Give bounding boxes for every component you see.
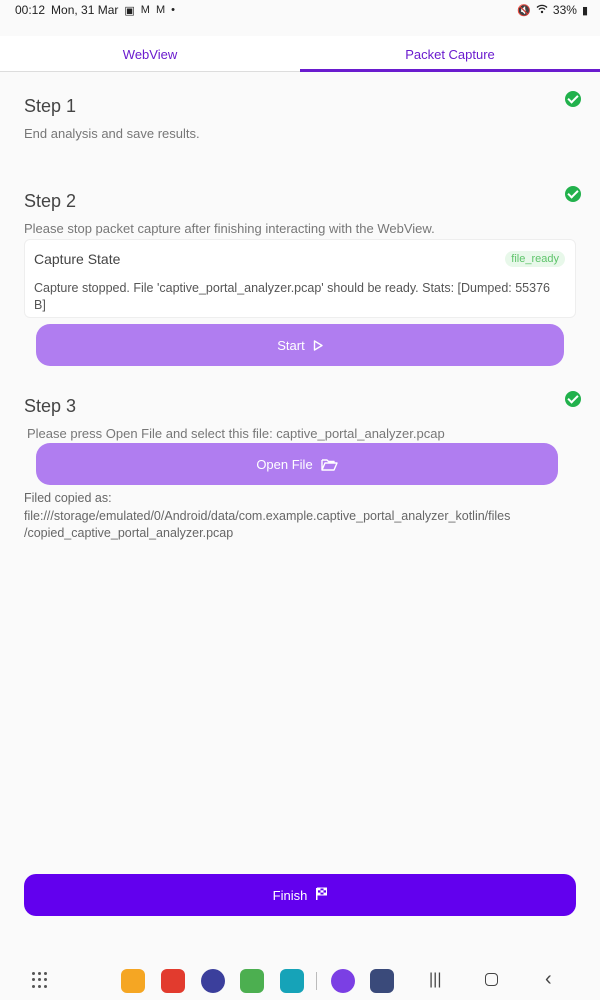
capture-state-text: Capture stopped. File 'captive_portal_an… [34,281,550,312]
step-1: Step 1 End analysis and save results. [24,96,584,141]
search-app-icon[interactable] [331,969,355,993]
check-circle-icon [565,186,581,202]
calendar-app-icon[interactable] [280,969,304,993]
copied-path-line-2: /copied_captive_portal_analyzer.pcap [24,526,234,540]
notes-app-icon[interactable] [161,969,185,993]
open-file-button-label: Open File [256,456,313,472]
check-circle-icon [565,391,581,407]
battery-icon: ▮ [581,4,588,17]
settings-app-icon[interactable] [370,969,394,993]
step-2: Step 2 Please stop packet capture after … [24,191,584,236]
calculator-app-icon[interactable] [240,969,264,993]
dock-divider [316,972,317,990]
status-time: 00:12 [15,3,46,17]
gmail-notification-icon: M [155,4,166,16]
home-icon[interactable] [485,973,498,986]
tab-webview[interactable]: WebView [0,36,300,71]
wifi-icon [536,4,548,17]
battery-level: 33% [552,3,577,17]
navigation-bar: ||| ‹ [0,962,600,1000]
copied-path-line-1: file:///storage/emulated/0/Android/data/… [24,508,511,523]
gmail-notification-icon: M [140,4,150,16]
browser-app-icon[interactable] [201,969,225,993]
mute-icon: 🔇 [517,4,531,17]
check-circle-icon [565,91,581,107]
start-button-label: Start [277,337,305,353]
status-badge: file_ready [505,251,565,267]
step-3-description: Please press Open File and select this f… [27,426,445,441]
copied-file-info: Filed copied as: file:///storage/emulate… [24,490,580,543]
status-date: Mon, 31 Mar [51,3,119,17]
step-1-description: End analysis and save results. [24,126,200,141]
app-drawer-icon[interactable] [32,972,48,988]
capture-state-card: Capture State file_ready Capture stopped… [24,239,576,318]
capture-state-title: Capture State [34,251,121,267]
step-2-description: Please stop packet capture after finishi… [24,221,435,236]
checkered-flag-icon [315,887,328,904]
step-1-title: Step 1 [24,96,77,116]
step-2-title: Step 2 [24,191,77,211]
finish-button-label: Finish [272,887,308,903]
folder-open-icon [320,458,338,471]
start-button[interactable]: Start [36,324,564,366]
step-3-title: Step 3 [24,396,77,416]
open-file-button[interactable]: Open File [36,443,558,485]
copied-label: Filed copied as: [24,491,112,505]
status-bar: 00:12 Mon, 31 Mar ▣ M M • 🔇 33% ▮ [0,0,600,20]
recent-apps-icon[interactable]: ||| [429,971,441,989]
more-notifications-icon: • [171,4,175,16]
gallery-notification-icon: ▣ [124,4,135,17]
finish-button[interactable]: Finish [24,874,576,916]
my-files-app-icon[interactable] [121,969,145,993]
tab-packet-capture[interactable]: Packet Capture [300,36,600,72]
step-3: Step 3 Please press Open File and select… [24,396,584,441]
back-icon[interactable]: ‹ [545,968,552,991]
tab-bar: WebView Packet Capture [0,36,600,72]
play-icon [313,339,323,351]
